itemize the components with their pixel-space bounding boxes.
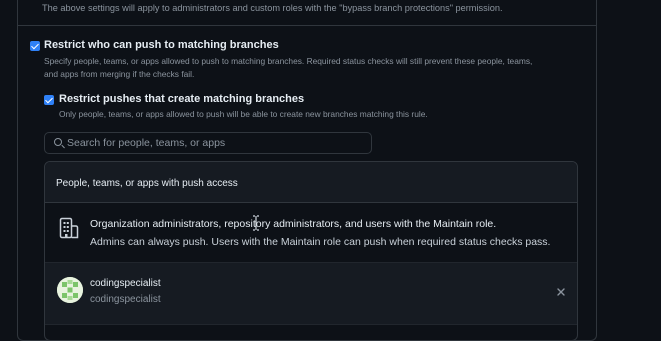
user-login: codingspecialist bbox=[90, 294, 161, 305]
search-input[interactable] bbox=[67, 135, 367, 151]
restrict-push-label[interactable]: Restrict who can push to matching branch… bbox=[44, 39, 279, 51]
restrict-create-checkbox[interactable] bbox=[44, 95, 54, 105]
user-name: codingspecialist bbox=[90, 278, 161, 289]
identicon-avatar bbox=[57, 277, 83, 303]
restrict-push-description: Specify people, teams, or apps allowed t… bbox=[44, 55, 584, 80]
push-access-title: People, teams, or apps with push access bbox=[56, 178, 238, 189]
org-admins-row: Organization administrators, repository … bbox=[45, 203, 577, 263]
search-icon bbox=[54, 138, 62, 146]
restrict-push-checkbox[interactable] bbox=[30, 41, 40, 51]
restrict-push-description-line: and apps from merging if the checks fail… bbox=[44, 68, 195, 79]
restrict-create-description: Only people, teams, or apps allowed to p… bbox=[59, 109, 428, 119]
search-box[interactable] bbox=[44, 132, 372, 154]
section-divider bbox=[17, 25, 596, 26]
text-cursor-icon bbox=[252, 215, 260, 236]
restrict-push-description-line: Specify people, teams, or apps allowed t… bbox=[44, 56, 533, 66]
push-access-panel: People, teams, or apps with push access … bbox=[44, 161, 578, 341]
org-admins-subtitle: Admins can always push. Users with the M… bbox=[90, 236, 551, 248]
push-access-header: People, teams, or apps with push access bbox=[45, 162, 577, 203]
close-icon[interactable] bbox=[555, 285, 567, 297]
org-admins-title: Organization administrators, repository … bbox=[90, 218, 497, 230]
organization-icon bbox=[59, 217, 79, 244]
restrict-create-label[interactable]: Restrict pushes that create matching bra… bbox=[59, 93, 304, 105]
user-row: codingspecialist codingspecialist bbox=[45, 263, 577, 325]
settings-note: The above settings will apply to adminis… bbox=[42, 3, 503, 13]
